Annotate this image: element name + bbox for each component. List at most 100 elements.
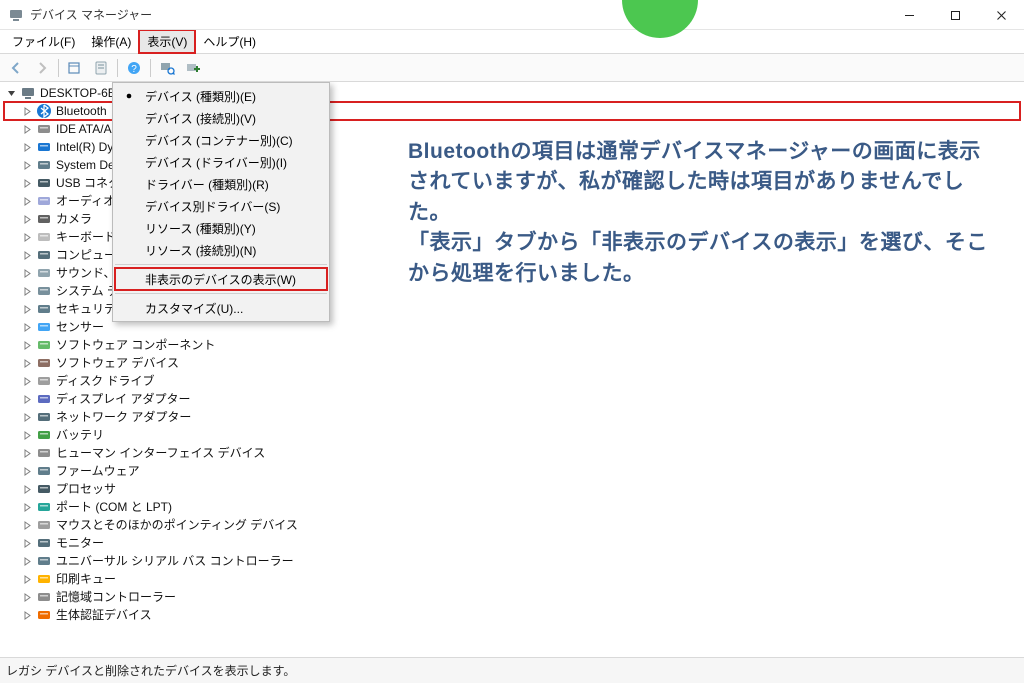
- back-button[interactable]: [4, 57, 28, 79]
- tree-node-label: ヒューマン インターフェイス デバイス: [56, 444, 265, 462]
- tree-item[interactable]: ソフトウェア デバイス: [4, 354, 1020, 372]
- tree-expander-icon[interactable]: [20, 590, 34, 604]
- dd-resources-by-connection[interactable]: リソース (接続別)(N): [115, 239, 327, 261]
- tree-item[interactable]: 記憶域コントローラー: [4, 588, 1020, 606]
- tree-expander-icon[interactable]: [20, 176, 34, 190]
- tree-expander-icon[interactable]: [20, 428, 34, 442]
- device-category-icon: [36, 211, 52, 227]
- tree-expander-icon[interactable]: [20, 284, 34, 298]
- toolbar-separator: [117, 59, 118, 77]
- statusbar: レガシ デバイスと削除されたデバイスを表示します。: [0, 657, 1024, 683]
- tree-item[interactable]: バッテリ: [4, 426, 1020, 444]
- add-legacy-hardware-button[interactable]: [181, 57, 205, 79]
- device-category-icon: [36, 121, 52, 137]
- tree-item[interactable]: ユニバーサル シリアル バス コントローラー: [4, 552, 1020, 570]
- tree-expander-icon[interactable]: [20, 572, 34, 586]
- tree-item[interactable]: ヒューマン インターフェイス デバイス: [4, 444, 1020, 462]
- tree-expander-icon[interactable]: [20, 104, 34, 118]
- tree-expander-icon[interactable]: [20, 536, 34, 550]
- tree-expander-icon[interactable]: [20, 554, 34, 568]
- tree-item[interactable]: マウスとそのほかのポインティング デバイス: [4, 516, 1020, 534]
- tree-node-label: センサー: [56, 318, 104, 336]
- tree-item[interactable]: ネットワーク アダプター: [4, 408, 1020, 426]
- menu-help[interactable]: ヘルプ(H): [195, 30, 264, 53]
- tree-expander-icon[interactable]: [20, 338, 34, 352]
- tree-node-label: 記憶域コントローラー: [56, 588, 176, 606]
- device-category-icon: [36, 409, 52, 425]
- device-category-icon: [36, 535, 52, 551]
- scan-hardware-button[interactable]: [155, 57, 179, 79]
- tree-expander-icon[interactable]: [20, 140, 34, 154]
- tree-expander-icon[interactable]: [20, 356, 34, 370]
- tree-node-label: ソフトウェア コンポーネント: [56, 336, 215, 354]
- window-title: デバイス マネージャー: [30, 6, 152, 23]
- tree-expander-icon[interactable]: [20, 302, 34, 316]
- device-category-icon: [36, 157, 52, 173]
- toolbar: ?: [0, 54, 1024, 82]
- tree-expander-icon[interactable]: [4, 86, 18, 100]
- tree-expander-icon[interactable]: [20, 374, 34, 388]
- maximize-button[interactable]: [932, 0, 978, 30]
- tree-item[interactable]: ディスク ドライブ: [4, 372, 1020, 390]
- content-area: DESKTOP-6E4BluetoothIDE ATA/AIntel(R) Dy…: [0, 82, 1024, 651]
- toolbar-separator: [58, 59, 59, 77]
- forward-button[interactable]: [30, 57, 54, 79]
- tree-expander-icon[interactable]: [20, 194, 34, 208]
- tree-item[interactable]: 生体認証デバイス: [4, 606, 1020, 624]
- device-category-icon: [36, 103, 52, 119]
- tree-item[interactable]: ポート (COM と LPT): [4, 498, 1020, 516]
- tree-item[interactable]: モニター: [4, 534, 1020, 552]
- menubar: ファイル(F) 操作(A) 表示(V) ヘルプ(H): [0, 30, 1024, 54]
- device-category-icon: [36, 481, 52, 497]
- properties-button[interactable]: [89, 57, 113, 79]
- tree-expander-icon[interactable]: [20, 518, 34, 532]
- toolbar-separator: [150, 59, 151, 77]
- dd-devices-by-connection[interactable]: デバイス (接続別)(V): [115, 107, 327, 129]
- tree-node-label: プロセッサ: [56, 480, 116, 498]
- dd-devices-by-container[interactable]: デバイス (コンテナー別)(C): [115, 129, 327, 151]
- dd-devices-by-type[interactable]: デバイス (種類別)(E): [115, 85, 327, 107]
- help-button[interactable]: ?: [122, 57, 146, 79]
- close-button[interactable]: [978, 0, 1024, 30]
- device-category-icon: [36, 607, 52, 623]
- menu-action[interactable]: 操作(A): [83, 30, 139, 53]
- dd-devices-by-driver[interactable]: デバイス (ドライバー別)(I): [115, 151, 327, 173]
- tree-expander-icon[interactable]: [20, 392, 34, 406]
- tree-expander-icon[interactable]: [20, 410, 34, 424]
- tree-expander-icon[interactable]: [20, 122, 34, 136]
- tree-expander-icon[interactable]: [20, 248, 34, 262]
- menu-view[interactable]: 表示(V): [139, 30, 195, 53]
- dd-resources-by-type[interactable]: リソース (種類別)(Y): [115, 217, 327, 239]
- tree-expander-icon[interactable]: [20, 482, 34, 496]
- tree-expander-icon[interactable]: [20, 446, 34, 460]
- tree-item[interactable]: プロセッサ: [4, 480, 1020, 498]
- tree-expander-icon[interactable]: [20, 464, 34, 478]
- tree-item[interactable]: ディスプレイ アダプター: [4, 390, 1020, 408]
- tree-expander-icon[interactable]: [20, 230, 34, 244]
- device-category-icon: [36, 229, 52, 245]
- tree-expander-icon[interactable]: [20, 158, 34, 172]
- device-category-icon: [36, 391, 52, 407]
- tree-node-label: カメラ: [56, 210, 92, 228]
- minimize-button[interactable]: [886, 0, 932, 30]
- device-category-icon: [36, 193, 52, 209]
- tree-node-label: 生体認証デバイス: [56, 606, 152, 624]
- tree-node-label: ディスク ドライブ: [56, 372, 155, 390]
- tree-node-label: ポート (COM と LPT): [56, 498, 172, 516]
- tree-expander-icon[interactable]: [20, 320, 34, 334]
- menu-file[interactable]: ファイル(F): [4, 30, 83, 53]
- tree-expander-icon[interactable]: [20, 500, 34, 514]
- tree-node-label: DESKTOP-6E4: [40, 84, 122, 102]
- dd-drivers-by-device[interactable]: デバイス別ドライバー(S): [115, 195, 327, 217]
- tree-item[interactable]: 印刷キュー: [4, 570, 1020, 588]
- tree-item[interactable]: ソフトウェア コンポーネント: [4, 336, 1020, 354]
- dd-customize[interactable]: カスタマイズ(U)...: [115, 297, 327, 319]
- tree-node-label: ファームウェア: [56, 462, 140, 480]
- tree-expander-icon[interactable]: [20, 212, 34, 226]
- tree-expander-icon[interactable]: [20, 266, 34, 280]
- dd-show-hidden-devices[interactable]: 非表示のデバイスの表示(W): [115, 268, 327, 290]
- tree-expander-icon[interactable]: [20, 608, 34, 622]
- dd-drivers-by-type[interactable]: ドライバー (種類別)(R): [115, 173, 327, 195]
- show-hide-tree-button[interactable]: [63, 57, 87, 79]
- tree-item[interactable]: ファームウェア: [4, 462, 1020, 480]
